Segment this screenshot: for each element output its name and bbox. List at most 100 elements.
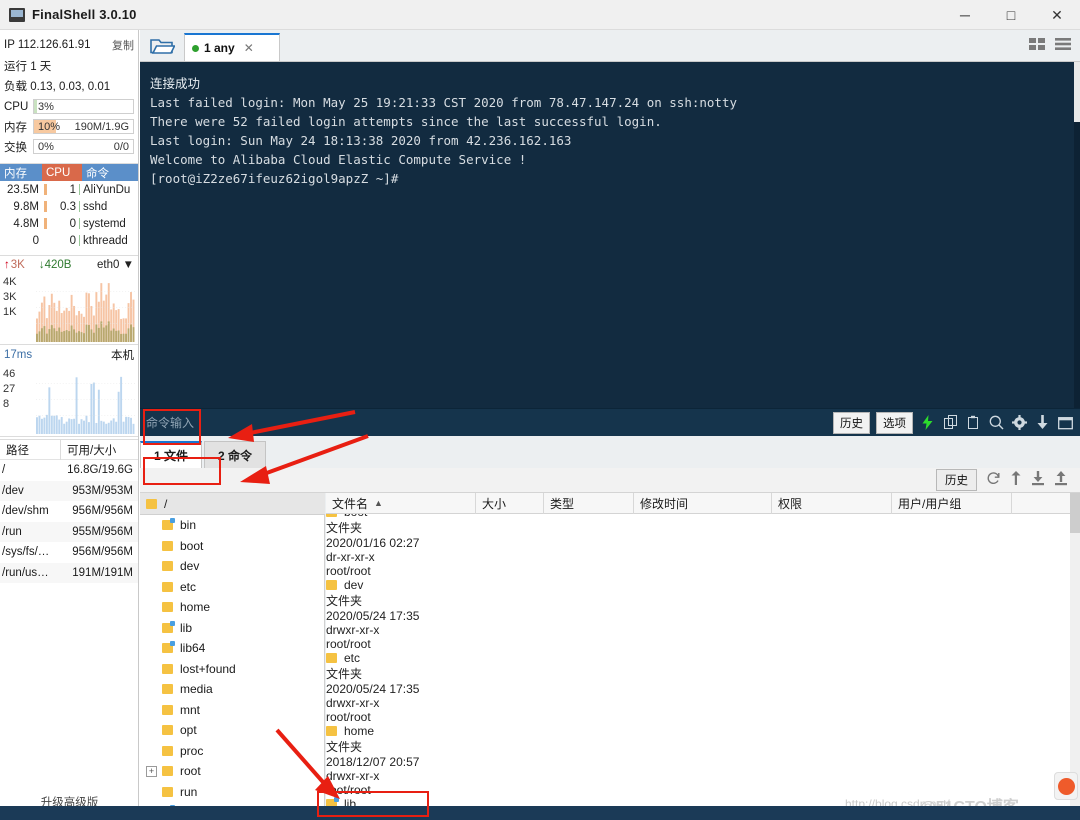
process-header-memory[interactable]: 内存 <box>0 164 42 181</box>
tree-node[interactable]: lib64 <box>140 638 324 659</box>
folder-icon <box>162 786 173 797</box>
disk-row[interactable]: /sys/fs/… 956M/956M <box>0 542 138 563</box>
disk-row[interactable]: / 16.8G/19.6G <box>0 460 138 481</box>
upload-file-icon[interactable] <box>1054 471 1068 489</box>
close-tab-icon[interactable]: ✕ <box>244 41 254 55</box>
grid-view-icon[interactable] <box>1028 36 1046 55</box>
disk-row[interactable]: /dev/shm 956M/956M <box>0 501 138 522</box>
expand-node-icon[interactable]: + <box>146 765 157 777</box>
file-header-size[interactable]: 大小 <box>476 493 544 514</box>
tree-node[interactable]: run <box>140 782 324 803</box>
terminal-output[interactable]: 连接成功 Last failed login: Mon May 25 19:21:… <box>140 62 1080 408</box>
gear-icon[interactable] <box>1011 414 1028 431</box>
floating-help-button[interactable] <box>1054 772 1078 800</box>
tree-node[interactable]: lost+found <box>140 659 324 680</box>
tree-node[interactable]: bin <box>140 515 324 536</box>
file-type: 文件夹 <box>326 667 363 681</box>
process-header-cpu[interactable]: CPU <box>42 164 82 181</box>
disk-header-usage: 可用/大小 <box>60 439 138 460</box>
window-icon[interactable] <box>1057 414 1074 431</box>
table-row[interactable]: etc 文件夹 2020/05/24 17:35 drwxr-xr-x root/roo… <box>326 651 1080 724</box>
tree-node[interactable]: mnt <box>140 700 324 721</box>
file-list-scrollbar[interactable] <box>1070 493 1080 820</box>
file-header-owner[interactable]: 用户/用户组 <box>892 493 1012 514</box>
process-row[interactable]: 23.5M 1 AliYunDu <box>0 181 138 198</box>
list-view-icon[interactable] <box>1054 36 1072 55</box>
tree-node[interactable]: proc <box>140 741 324 762</box>
meter-row-CPU: CPU 3% <box>0 97 138 116</box>
title-bar: FinalShell 3.0.10 ─ □ ✕ <box>0 0 1080 30</box>
network-interface-selector[interactable]: eth0 ▼ <box>97 259 134 271</box>
terminal-line: 连接成功 <box>150 76 201 91</box>
go-up-icon[interactable] <box>1010 471 1022 489</box>
disk-path: /sys/fs/… <box>2 546 50 559</box>
minimize-button[interactable]: ─ <box>942 0 988 30</box>
main-area: 1 any ✕ 连接成功 Last failed login: Mon May 2… <box>140 30 1080 820</box>
close-button[interactable]: ✕ <box>1034 0 1080 30</box>
command-options-button[interactable]: 选项 <box>876 411 913 434</box>
process-row[interactable]: 0 0 kthreadd <box>0 232 138 249</box>
command-history-button[interactable]: 历史 <box>833 411 870 434</box>
process-header-command[interactable]: 命令 <box>82 164 138 181</box>
table-row[interactable]: boot文件夹2020/01/16 02:27dr-xr-xr-xroot/ro… <box>326 514 1080 578</box>
file-header-modified[interactable]: 修改时间 <box>634 493 772 514</box>
copy-icon[interactable] <box>942 414 959 431</box>
bolt-icon[interactable] <box>919 414 936 431</box>
folder-icon <box>162 581 173 592</box>
search-icon[interactable] <box>988 414 1005 431</box>
disk-usage: 956M/956M <box>72 546 133 559</box>
disk-usage: 953M/953M <box>72 484 133 497</box>
terminal-scrollbar-thumb[interactable] <box>1074 62 1080 122</box>
maximize-button[interactable]: □ <box>988 0 1034 30</box>
file-list-scrollbar-thumb[interactable] <box>1070 493 1080 533</box>
file-header-permissions[interactable]: 权限 <box>772 493 892 514</box>
tree-node-label: media <box>180 682 213 697</box>
disk-path: /run/us… <box>2 566 49 579</box>
file-history-button[interactable]: 历史 <box>936 469 977 491</box>
tree-node[interactable]: lib <box>140 618 324 639</box>
meter-detail-swap: 0/0 <box>113 140 129 153</box>
window-controls: ─ □ ✕ <box>942 0 1080 30</box>
file-header-type[interactable]: 类型 <box>544 493 634 514</box>
directory-tree[interactable]: bin boot dev etc home lib lib64 lost+found media… <box>140 515 325 820</box>
lower-tab-2[interactable]: 2 命令 <box>204 441 266 468</box>
process-row[interactable]: 9.8M 0.3 sshd <box>0 198 138 215</box>
download-icon[interactable] <box>1034 414 1051 431</box>
file-name-cell: dev <box>326 578 476 592</box>
command-input-bar: 命令输入 历史 选项 <box>140 408 1080 436</box>
disk-row[interactable]: /run 955M/956M <box>0 521 138 542</box>
file-header-name[interactable]: 文件名 ▲ <box>326 493 476 514</box>
terminal-scrollbar[interactable] <box>1074 62 1080 408</box>
process-row[interactable]: 4.8M 0 systemd <box>0 215 138 232</box>
table-row[interactable]: home 文件夹 2018/12/07 20:57 drwxr-xr-x root/ro… <box>326 724 1080 797</box>
view-toggle-group <box>1028 36 1072 55</box>
tree-node[interactable]: dev <box>140 556 324 577</box>
lower-tab-1[interactable]: 1 文件 <box>140 441 202 468</box>
disk-row[interactable]: /dev 953M/953M <box>0 480 138 501</box>
current-path-label: / <box>164 496 168 511</box>
tree-node[interactable]: etc <box>140 577 324 598</box>
tree-node[interactable]: opt <box>140 720 324 741</box>
refresh-icon[interactable] <box>986 471 1001 489</box>
folder-open-icon[interactable] <box>140 31 184 61</box>
tree-node[interactable]: home <box>140 597 324 618</box>
disk-usage-table: 路径 可用/大小 / 16.8G/19.6G/dev 953M/953M/dev/s… <box>0 439 138 583</box>
tree-node[interactable]: media <box>140 679 324 700</box>
file-permissions: drwxr-xr-x <box>326 696 380 710</box>
tree-node[interactable]: boot <box>140 536 324 557</box>
file-modified: 2020/01/16 02:27 <box>326 536 420 550</box>
terminal-tab-1[interactable]: 1 any ✕ <box>184 33 280 61</box>
folder-icon <box>162 704 173 715</box>
table-row[interactable]: dev 文件夹 2020/05/24 17:35 drwxr-xr-x root/roo… <box>326 578 1080 651</box>
disk-row[interactable]: /run/us… 191M/191M <box>0 562 138 583</box>
paste-icon[interactable] <box>965 414 982 431</box>
copy-ip-button[interactable]: 复制 <box>112 37 134 53</box>
tree-node[interactable]: + root <box>140 761 324 782</box>
current-path-bar[interactable]: / <box>140 493 325 515</box>
command-input[interactable]: 命令输入 <box>146 414 194 431</box>
disk-path: /run <box>2 525 22 538</box>
upload-arrow-icon: ↑ <box>4 258 10 271</box>
file-modified: 2020/05/24 17:35 <box>326 609 420 623</box>
tree-node-label: bin <box>180 518 197 533</box>
download-file-icon[interactable] <box>1031 471 1045 489</box>
